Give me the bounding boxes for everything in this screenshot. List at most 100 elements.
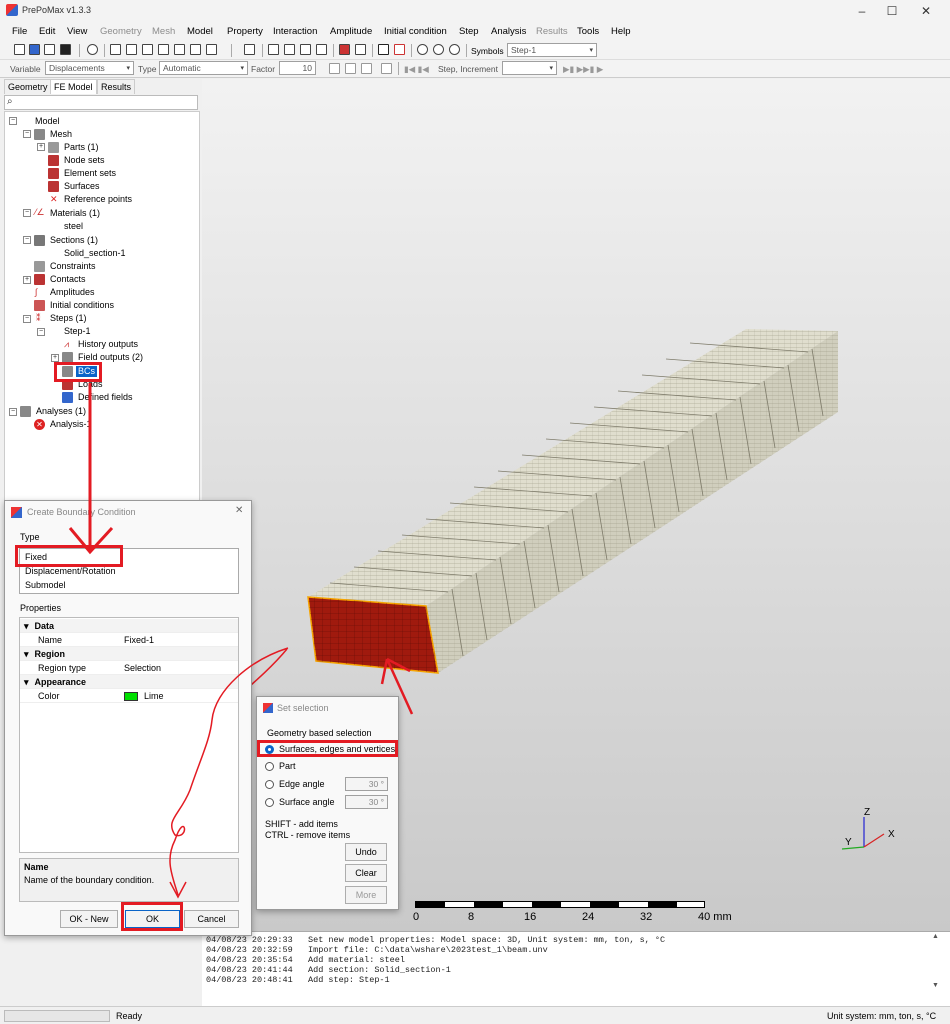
collapse-icon[interactable]: −: [9, 408, 17, 416]
category-region[interactable]: Region: [35, 649, 66, 659]
collapse-icon[interactable]: −: [23, 315, 31, 323]
expand-icon[interactable]: +: [51, 354, 59, 362]
tree-reference-points[interactable]: Reference points: [64, 194, 132, 205]
prop-color-value[interactable]: Lime: [144, 689, 164, 703]
tree-solid-section[interactable]: Solid_section-1: [64, 248, 126, 259]
menu-interaction[interactable]: Interaction: [273, 26, 317, 37]
view-right-icon[interactable]: [190, 44, 201, 55]
frame-prev-icon[interactable]: [345, 63, 356, 74]
collapse-icon[interactable]: −: [23, 209, 31, 217]
color-bar-icon[interactable]: [339, 44, 350, 55]
wireframe-icon[interactable]: [284, 44, 295, 55]
category-appearance[interactable]: Appearance: [35, 677, 87, 687]
symbols-step-select[interactable]: Step-1 ▾: [507, 43, 597, 57]
collapse-icon[interactable]: −: [23, 130, 31, 138]
console-scrollbar[interactable]: ▲ ▼: [932, 933, 944, 1003]
tree-analysis-1[interactable]: Analysis-1: [50, 419, 92, 430]
type-select[interactable]: Automatic ▾: [159, 61, 248, 75]
menu-results[interactable]: Results: [536, 26, 568, 37]
bc-type-submodel[interactable]: Submodel: [25, 580, 66, 590]
option-surface-angle-label[interactable]: Surface angle: [279, 797, 335, 807]
tree-steel[interactable]: steel: [64, 221, 83, 232]
menu-file[interactable]: File: [12, 26, 27, 37]
menu-geometry[interactable]: Geometry: [100, 26, 142, 37]
animation-icon[interactable]: [381, 63, 392, 74]
option-part-label[interactable]: Part: [279, 761, 296, 771]
cancel-button[interactable]: Cancel: [184, 910, 239, 928]
show-icon[interactable]: [417, 44, 428, 55]
menu-edit[interactable]: Edit: [39, 26, 55, 37]
view-back-icon[interactable]: [126, 44, 137, 55]
menu-analysis[interactable]: Analysis: [491, 26, 526, 37]
tree-search-input[interactable]: ⌕: [4, 95, 198, 110]
factor-input[interactable]: 10: [279, 61, 316, 75]
menu-help[interactable]: Help: [611, 26, 631, 37]
view-bottom-icon[interactable]: [158, 44, 169, 55]
ok-new-button[interactable]: OK - New: [60, 910, 118, 928]
tree-contacts[interactable]: Contacts: [50, 274, 86, 285]
section-view-icon[interactable]: [268, 44, 279, 55]
more-button[interactable]: More: [345, 886, 387, 904]
prop-region-type-value[interactable]: Selection: [124, 661, 161, 675]
tree-step-1[interactable]: Step-1: [64, 326, 91, 337]
view-iso-icon[interactable]: [206, 44, 217, 55]
variable-select[interactable]: Displacements ▾: [45, 61, 134, 75]
tree-amplitudes[interactable]: Amplitudes: [50, 287, 95, 298]
tree-model[interactable]: Model: [35, 116, 60, 127]
tree-defined-fields[interactable]: Defined fields: [78, 392, 133, 403]
view-front-icon[interactable]: [110, 44, 121, 55]
undo-button[interactable]: Undo: [345, 843, 387, 861]
import-icon[interactable]: [44, 44, 55, 55]
menu-model[interactable]: Model: [187, 26, 213, 37]
transparency-icon[interactable]: [316, 44, 327, 55]
render-mode-icon[interactable]: [244, 44, 255, 55]
tree-materials[interactable]: Materials (1): [50, 208, 100, 219]
tree-surfaces[interactable]: Surfaces: [64, 181, 100, 192]
maximize-button[interactable]: ☐: [878, 2, 906, 20]
last-increment-icon[interactable]: ▶▮ ▶▶▮ ▶: [563, 64, 603, 75]
view-left-icon[interactable]: [174, 44, 185, 55]
log-console[interactable]: 04/08/23 20:29:33 Set new model properti…: [202, 931, 950, 1006]
tree-initial-conditions[interactable]: Initial conditions: [50, 300, 114, 311]
tree-analyses[interactable]: Analyses (1): [36, 406, 86, 417]
tab-results[interactable]: Results: [97, 79, 136, 94]
tree-element-sets[interactable]: Element sets: [64, 168, 116, 179]
menu-mesh[interactable]: Mesh: [152, 26, 175, 37]
radio-edge-angle[interactable]: [265, 780, 274, 789]
tree-history-outputs[interactable]: History outputs: [78, 339, 138, 350]
radio-surface-angle[interactable]: [265, 798, 274, 807]
collapse-icon[interactable]: −: [9, 117, 17, 125]
arrow-select-icon[interactable]: [378, 44, 389, 55]
menu-property[interactable]: Property: [227, 26, 263, 37]
radio-part[interactable]: [265, 762, 274, 771]
tree-constraints[interactable]: Constraints: [50, 261, 96, 272]
step-increment-select[interactable]: ▾: [502, 61, 557, 75]
clear-button[interactable]: Clear: [345, 864, 387, 882]
tree-mesh[interactable]: Mesh: [50, 129, 72, 140]
zoom-icon[interactable]: [87, 44, 98, 55]
minimize-button[interactable]: –: [848, 2, 876, 20]
save-icon[interactable]: [60, 44, 71, 55]
prop-name-value[interactable]: Fixed-1: [124, 633, 154, 647]
tab-geometry[interactable]: Geometry: [4, 79, 52, 94]
first-increment-icon[interactable]: ▮◀ ▮◀: [404, 64, 429, 75]
expand-icon[interactable]: +: [23, 276, 31, 284]
category-data[interactable]: Data: [35, 621, 55, 631]
option-edge-angle-label[interactable]: Edge angle: [279, 779, 325, 789]
tree-steps[interactable]: Steps (1): [50, 313, 87, 324]
edges-icon[interactable]: [300, 44, 311, 55]
frame-first-icon[interactable]: [329, 63, 340, 74]
open-file-icon[interactable]: [29, 44, 40, 55]
menu-amplitude[interactable]: Amplitude: [330, 26, 372, 37]
tree-parts[interactable]: Parts (1): [64, 142, 99, 153]
menu-view[interactable]: View: [67, 26, 87, 37]
deselect-icon[interactable]: [394, 44, 405, 55]
expand-icon[interactable]: +: [37, 143, 45, 151]
hide-icon[interactable]: [433, 44, 444, 55]
collapse-icon[interactable]: −: [37, 328, 45, 336]
surface-angle-input[interactable]: 30 °: [345, 795, 388, 809]
close-button[interactable]: ✕: [912, 2, 940, 20]
tree-node-sets[interactable]: Node sets: [64, 155, 105, 166]
tab-fe-model[interactable]: FE Model: [50, 79, 97, 94]
frame-next-icon[interactable]: [361, 63, 372, 74]
